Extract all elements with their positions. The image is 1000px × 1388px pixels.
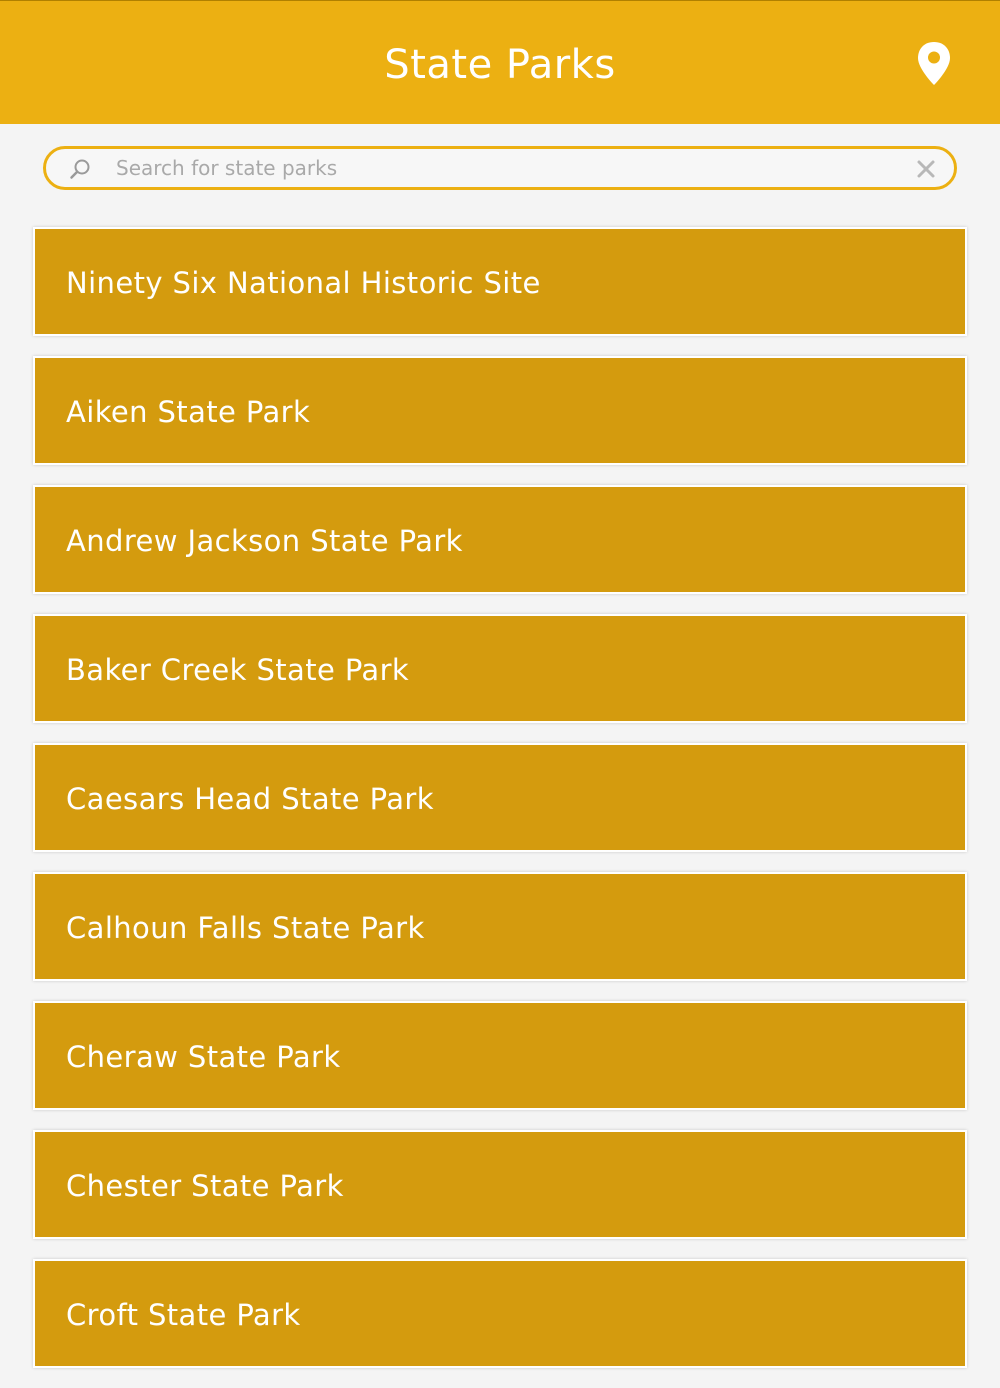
list-item-park[interactable]: Ninety Six National Historic Site [33, 227, 967, 336]
page-title: State Parks [384, 42, 616, 88]
list-item-park[interactable]: Chester State Park [33, 1130, 967, 1239]
list-item-park[interactable]: Caesars Head State Park [33, 743, 967, 852]
park-name: Calhoun Falls State Park [66, 911, 425, 945]
list-item-park[interactable]: Andrew Jackson State Park [33, 485, 967, 594]
close-icon[interactable] [914, 157, 938, 181]
park-name: Chester State Park [66, 1169, 344, 1203]
list-item-park[interactable]: Croft State Park [33, 1259, 967, 1368]
list-item-park[interactable]: Cheraw State Park [33, 1001, 967, 1110]
park-name: Andrew Jackson State Park [66, 524, 463, 558]
park-name: Baker Creek State Park [66, 653, 410, 687]
park-name: Croft State Park [66, 1298, 301, 1332]
park-list: Ninety Six National Historic Site Aiken … [33, 227, 967, 1388]
list-item-park[interactable]: Aiken State Park [33, 356, 967, 465]
park-name: Caesars Head State Park [66, 782, 434, 816]
search-icon [68, 157, 92, 181]
park-name: Ninety Six National Historic Site [66, 266, 541, 300]
park-name: Cheraw State Park [66, 1040, 341, 1074]
search-input[interactable] [116, 153, 896, 183]
list-item-park[interactable]: Baker Creek State Park [33, 614, 967, 723]
app-header: State Parks [0, 0, 1000, 124]
search-bar [43, 146, 957, 190]
park-name: Aiken State Park [66, 395, 311, 429]
list-item-park[interactable]: Calhoun Falls State Park [33, 872, 967, 981]
map-pin-icon[interactable] [910, 39, 958, 91]
